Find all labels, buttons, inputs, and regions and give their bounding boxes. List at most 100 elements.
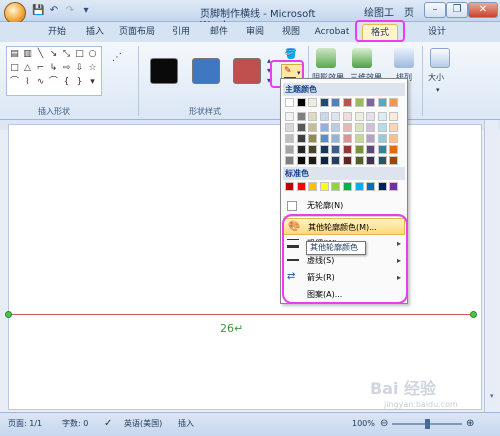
arrange-icon[interactable] [394,48,414,68]
document-page[interactable] [8,124,482,410]
size-icon[interactable] [430,48,450,68]
elbow-shape-icon[interactable]: ⌐ [35,63,46,73]
theme-shade-swatch[interactable] [343,134,352,143]
shadow-effect-icon[interactable] [316,48,336,68]
standard-color-swatch[interactable] [331,182,340,191]
tab-view[interactable]: 视图 [276,24,306,40]
line-shape-icon[interactable]: ╲ [35,49,46,59]
standard-color-swatch[interactable] [285,182,294,191]
theme-shade-swatch[interactable] [285,123,294,132]
tab-design[interactable]: 设计 [422,24,452,40]
theme-shade-swatch[interactable] [285,134,294,143]
theme-shade-swatch[interactable] [355,145,364,154]
more-shapes-icon[interactable]: ▾ [87,77,98,87]
redo-icon[interactable]: ↷ [64,5,76,17]
rect-shape-icon[interactable]: □ [9,63,20,73]
theme-color-swatch[interactable] [389,98,398,107]
right-arrow-shape-icon[interactable]: ⇨ [61,63,72,73]
scroll-down-icon[interactable]: ▾ [490,392,498,400]
standard-color-swatch[interactable] [366,182,375,191]
arrow-shape-icon[interactable]: ↘ [48,49,59,59]
rectangle-shape-icon[interactable]: □ [74,49,85,59]
theme-shade-swatch[interactable] [343,112,352,121]
brace-shape-icon[interactable]: { [61,77,72,87]
theme-color-swatch[interactable] [297,98,306,107]
theme-shade-swatch[interactable] [366,134,375,143]
star-shape-icon[interactable]: ☆ [87,63,98,73]
theme-color-swatch[interactable] [320,98,329,107]
theme-shade-swatch[interactable] [308,123,317,132]
theme-shade-swatch[interactable] [308,112,317,121]
theme-shade-swatch[interactable] [389,145,398,154]
theme-shade-swatch[interactable] [355,156,364,165]
theme-shade-swatch[interactable] [297,134,306,143]
footer-line[interactable] [8,314,474,315]
theme-shade-swatch[interactable] [308,134,317,143]
theme-shade-swatch[interactable] [389,156,398,165]
theme-shade-swatch[interactable] [355,112,364,121]
theme-shade-swatch[interactable] [285,156,294,165]
vertical-scrollbar[interactable] [484,120,498,412]
zoom-level[interactable]: 100% [352,417,378,431]
theme-shade-swatch[interactable] [366,156,375,165]
zoom-slider-thumb[interactable] [425,419,430,429]
theme-shade-swatch[interactable] [308,145,317,154]
theme-shade-swatch[interactable] [378,134,387,143]
standard-color-swatch[interactable] [343,182,352,191]
theme-color-swatch[interactable] [285,98,294,107]
status-page[interactable]: 页面: 1/1 [8,417,58,431]
theme-shade-swatch[interactable] [366,145,375,154]
theme-shade-swatch[interactable] [378,112,387,121]
standard-color-swatch[interactable] [389,182,398,191]
edit-shape-icon[interactable]: ⋰ [112,52,132,68]
3d-effect-icon[interactable] [352,48,372,68]
size-chevron-icon[interactable]: ▾ [436,86,444,94]
theme-shade-swatch[interactable] [389,123,398,132]
theme-shade-swatch[interactable] [320,156,329,165]
status-language[interactable]: 英语(美国) [124,417,168,431]
theme-shade-swatch[interactable] [297,156,306,165]
theme-color-swatch[interactable] [331,98,340,107]
style-swatch-black[interactable] [150,58,178,84]
textbox-shape-icon[interactable]: ▤ [9,49,20,59]
line-handle-right[interactable] [470,311,477,318]
theme-shade-swatch[interactable] [389,134,398,143]
line-handle-left[interactable] [5,311,12,318]
customize-quick-access-icon[interactable]: ▾ [80,5,92,17]
theme-shade-swatch[interactable] [331,145,340,154]
tab-mailings[interactable]: 邮件 [204,24,234,40]
textbox-vertical-shape-icon[interactable]: ▥ [22,49,33,59]
wave-shape-icon[interactable]: ⌒ [48,77,59,87]
freeform-shape-icon[interactable]: ⌇ [22,77,33,87]
tab-page-layout[interactable]: 页面布局 [116,24,158,40]
standard-color-swatch[interactable] [308,182,317,191]
connector-shape-icon[interactable]: ↳ [48,63,59,73]
theme-shade-swatch[interactable] [355,123,364,132]
theme-shade-swatch[interactable] [378,123,387,132]
tab-insert[interactable]: 插入 [80,24,110,40]
tab-acrobat[interactable]: Acrobat [312,24,352,40]
office-button[interactable] [4,2,26,24]
style-swatch-red[interactable] [233,58,261,84]
triangle-shape-icon[interactable]: △ [22,63,33,73]
no-outline-item[interactable]: 无轮廓(N) [283,197,405,214]
proofing-icon[interactable]: ✓ [104,417,116,431]
tab-references[interactable]: 引用 [166,24,196,40]
theme-shade-swatch[interactable] [308,156,317,165]
theme-shade-swatch[interactable] [343,156,352,165]
theme-shade-swatch[interactable] [331,112,340,121]
status-insert-mode[interactable]: 插入 [178,417,204,431]
theme-shade-swatch[interactable] [343,145,352,154]
theme-shade-swatch[interactable] [285,112,294,121]
save-icon[interactable]: 💾 [32,5,44,17]
style-swatch-blue[interactable] [192,58,220,84]
theme-shade-swatch[interactable] [331,134,340,143]
theme-color-swatch[interactable] [308,98,317,107]
theme-shade-swatch[interactable] [285,145,294,154]
scribble-shape-icon[interactable]: ∿ [35,77,46,87]
theme-shade-swatch[interactable] [355,134,364,143]
theme-shade-swatch[interactable] [297,123,306,132]
zoom-out-icon[interactable]: ⊖ [380,417,390,431]
curve-shape-icon[interactable]: ⌒ [9,77,20,87]
restore-button[interactable]: ❐ [446,2,468,18]
